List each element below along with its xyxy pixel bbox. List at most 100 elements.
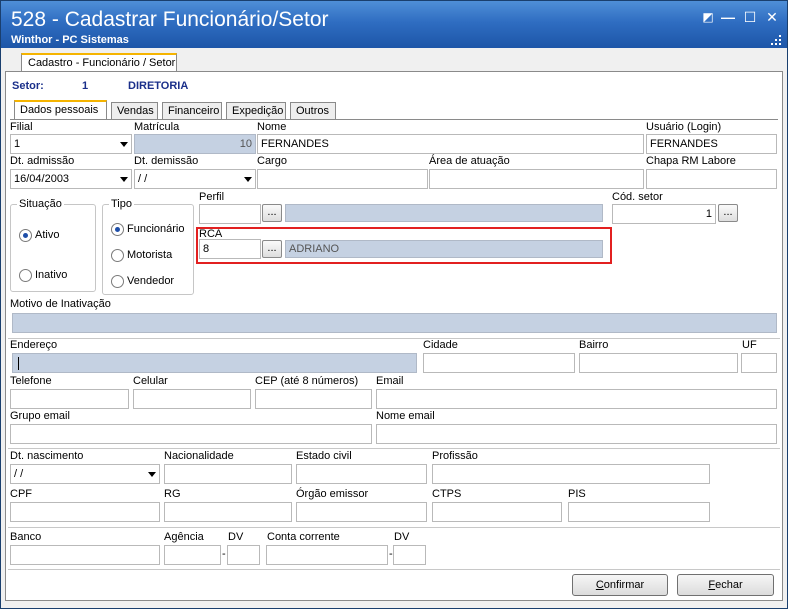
perfil-search-button[interactable]: ... xyxy=(262,204,282,222)
nome-field[interactable]: FERNANDES xyxy=(257,134,644,154)
telefone-label: Telefone xyxy=(10,375,52,387)
motivo-inativacao-field[interactable] xyxy=(12,313,777,333)
tab-expedicao[interactable]: Expedição xyxy=(226,102,286,120)
agencia-label: Agência xyxy=(164,531,204,543)
profissao-label: Profissão xyxy=(432,450,478,462)
tab-outros[interactable]: Outros xyxy=(290,102,336,120)
endereco-field[interactable] xyxy=(12,353,417,373)
chevron-down-icon xyxy=(120,177,128,182)
dt-admissao-field[interactable]: 16/04/2003 xyxy=(10,169,132,189)
pis-label: PIS xyxy=(568,488,586,500)
conta-corrente-field[interactable] xyxy=(266,545,388,565)
dt-nascimento-value: / / xyxy=(14,468,24,480)
divider xyxy=(8,338,780,339)
filial-label: Filial xyxy=(10,121,33,133)
divider xyxy=(8,527,780,528)
perfil-desc-field xyxy=(285,204,603,222)
situacao-title: Situação xyxy=(17,198,64,210)
rg-label: RG xyxy=(164,488,181,500)
dt-demissao-field[interactable]: / / xyxy=(134,169,256,189)
tipo-title: Tipo xyxy=(109,198,134,210)
chevron-down-icon xyxy=(148,472,156,477)
minimize-icon[interactable]: — xyxy=(719,9,737,25)
cidade-label: Cidade xyxy=(423,339,458,351)
agencia-dv-label: DV xyxy=(228,531,244,543)
tab-dados-pessoais[interactable]: Dados pessoais xyxy=(14,100,107,120)
grupo-email-field[interactable] xyxy=(10,424,372,444)
email-field[interactable] xyxy=(376,389,777,409)
dt-nascimento-label: Dt. nascimento xyxy=(10,450,84,462)
radio-inativo[interactable] xyxy=(19,269,32,282)
ativo-label: Ativo xyxy=(35,229,60,241)
agencia-dash: - xyxy=(222,548,226,560)
area-atuacao-field[interactable] xyxy=(429,169,644,189)
ctps-label: CTPS xyxy=(432,488,462,500)
tab-financeiro[interactable]: Financeiro xyxy=(162,102,222,120)
tipo-group: Tipo Funcionário Motorista Vendedor xyxy=(102,198,194,295)
usuario-field[interactable]: FERNANDES xyxy=(646,134,777,154)
ctps-field[interactable] xyxy=(432,502,562,522)
fechar-button[interactable]: Fechar xyxy=(677,574,774,596)
telefone-field[interactable] xyxy=(10,389,129,409)
profissao-field[interactable] xyxy=(432,464,710,484)
agencia-field[interactable] xyxy=(164,545,221,565)
cod-setor-search-button[interactable]: ... xyxy=(718,204,738,222)
dt-nascimento-field[interactable]: / / xyxy=(10,464,160,484)
cargo-field[interactable] xyxy=(257,169,428,189)
setor-label: Setor: xyxy=(12,80,44,92)
dt-admissao-value: 16/04/2003 xyxy=(14,173,70,185)
close-icon[interactable]: ✕ xyxy=(763,9,781,25)
tab-vendas[interactable]: Vendas xyxy=(111,102,158,120)
matricula-field[interactable]: 10 xyxy=(134,134,256,154)
radio-vendedor[interactable] xyxy=(111,275,124,288)
chapa-field[interactable] xyxy=(646,169,777,189)
endereco-label: Endereço xyxy=(10,339,58,351)
pis-field[interactable] xyxy=(568,502,710,522)
tab-cadastro-funcionario-setor[interactable]: Cadastro - Funcionário / Setor xyxy=(21,53,177,72)
cod-setor-field[interactable]: 1 xyxy=(612,204,716,224)
bairro-field[interactable] xyxy=(579,353,738,373)
chevron-down-icon xyxy=(120,142,128,147)
rca-search-button[interactable]: ... xyxy=(262,240,282,258)
radio-ativo[interactable] xyxy=(19,229,32,242)
inativo-label: Inativo xyxy=(35,269,68,281)
cep-field[interactable] xyxy=(255,389,372,409)
email-label: Email xyxy=(376,375,404,387)
perfil-field[interactable] xyxy=(199,204,261,224)
maximize-icon[interactable]: ☐ xyxy=(741,9,759,25)
estado-civil-field[interactable] xyxy=(296,464,427,484)
cpf-field[interactable] xyxy=(10,502,160,522)
motorista-label: Motorista xyxy=(127,249,173,261)
title-bar[interactable]: 528 - Cadastrar Funcionário/Setor Wintho… xyxy=(1,1,787,48)
confirmar-label: onfirmar xyxy=(603,579,645,591)
dt-demissao-value: / / xyxy=(138,173,148,185)
nacionalidade-field[interactable] xyxy=(164,464,292,484)
main-window: 528 - Cadastrar Funcionário/Setor Wintho… xyxy=(0,0,788,609)
radio-funcionario[interactable] xyxy=(111,223,124,236)
rca-field[interactable]: 8 xyxy=(199,239,261,259)
nome-email-field[interactable] xyxy=(376,424,777,444)
setor-code: 1 xyxy=(82,80,89,92)
nome-label: Nome xyxy=(257,121,287,133)
orgao-emissor-label: Órgão emissor xyxy=(296,488,369,500)
agencia-dv-field[interactable] xyxy=(227,545,260,565)
vendedor-label: Vendedor xyxy=(127,275,175,287)
nome-email-label: Nome email xyxy=(376,410,435,422)
celular-field[interactable] xyxy=(133,389,251,409)
filial-value: 1 xyxy=(14,138,21,150)
radio-motorista[interactable] xyxy=(111,249,124,262)
conta-dv-label: DV xyxy=(394,531,410,543)
confirmar-button[interactable]: Confirmar xyxy=(572,574,668,596)
conta-dv-field[interactable] xyxy=(393,545,426,565)
banco-field[interactable] xyxy=(10,545,160,565)
filial-select[interactable]: 1 xyxy=(10,134,132,154)
restore-icon[interactable]: ◩ xyxy=(699,9,717,25)
situacao-group: Situação Ativo Inativo xyxy=(10,198,96,292)
uf-label: UF xyxy=(742,339,757,351)
dt-admissao-label: Dt. admissão xyxy=(10,155,75,167)
cidade-field[interactable] xyxy=(423,353,575,373)
uf-field[interactable] xyxy=(741,353,777,373)
orgao-emissor-field[interactable] xyxy=(296,502,427,522)
rg-field[interactable] xyxy=(164,502,292,522)
text-cursor xyxy=(18,357,19,370)
